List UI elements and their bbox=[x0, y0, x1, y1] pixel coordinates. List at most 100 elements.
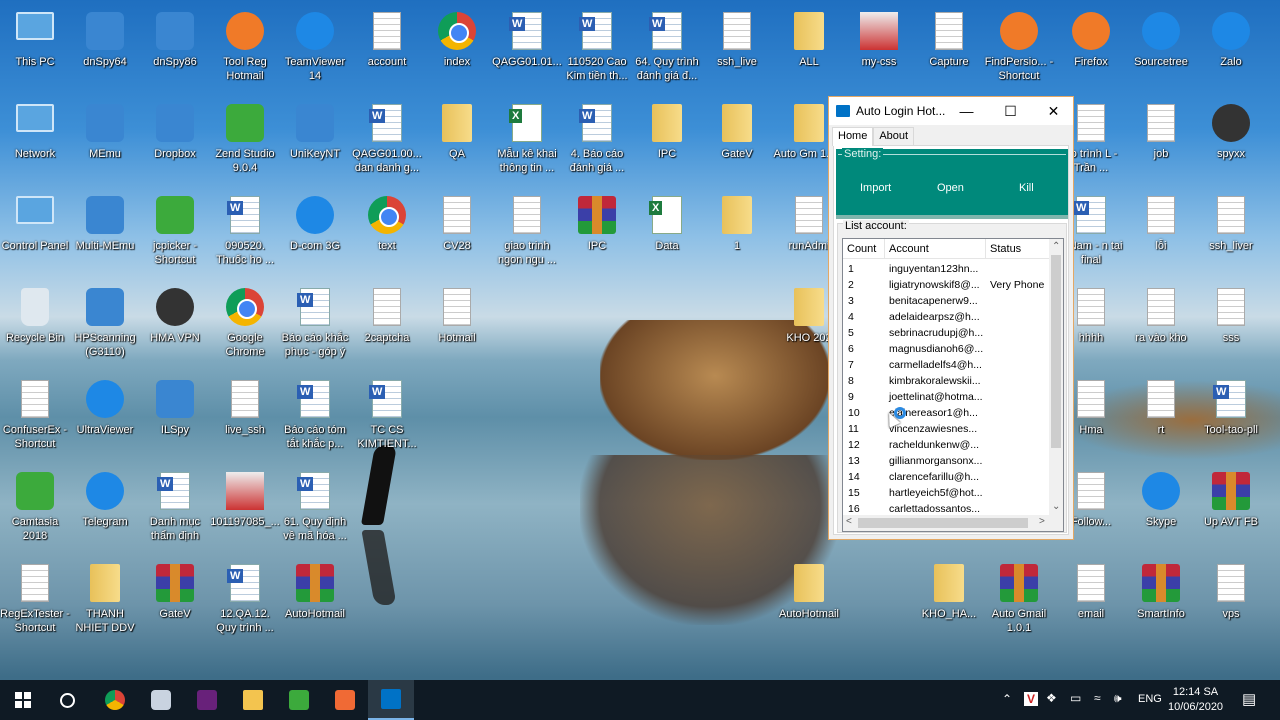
desktop-icon[interactable]: AutoHotmail bbox=[774, 554, 844, 621]
desktop-icon[interactable]: ssh_liver bbox=[1196, 186, 1266, 253]
open-button[interactable]: Open bbox=[937, 182, 964, 194]
list-item[interactable]: 5 sebrinacrudupj@h... bbox=[843, 325, 1056, 341]
desktop-icon[interactable]: GateV bbox=[140, 554, 210, 621]
list-item[interactable]: 9 joettelinat@hotma... bbox=[843, 389, 1056, 405]
taskbar-app[interactable] bbox=[138, 680, 184, 720]
list-item[interactable]: 15 hartleyeich5f@hot... bbox=[843, 485, 1056, 501]
desktop-icon[interactable]: email bbox=[1056, 554, 1126, 621]
account-list-view[interactable]: Count Account Status 1 inguyentan123hn...… bbox=[842, 238, 1064, 532]
desktop-icon[interactable]: QA bbox=[422, 94, 492, 161]
desktop-icon[interactable]: HPScanning (G3110) bbox=[70, 278, 140, 359]
desktop-icon[interactable]: 101197085_... bbox=[210, 462, 280, 529]
desktop-icon[interactable]: spyxx bbox=[1196, 94, 1266, 161]
desktop-icon[interactable]: Tool Reg Hotmail bbox=[210, 2, 280, 83]
desktop-icon[interactable]: ALL bbox=[774, 2, 844, 69]
list-item[interactable]: 4 adelaidearpsz@h... bbox=[843, 309, 1056, 325]
scroll-left-icon[interactable]: < bbox=[846, 516, 852, 527]
taskbar-orange-app[interactable] bbox=[322, 680, 368, 720]
start-button[interactable] bbox=[0, 680, 46, 720]
desktop-icon[interactable]: 2captcha bbox=[352, 278, 422, 345]
desktop-icon[interactable]: 090520. Thuốc ho ... bbox=[210, 186, 280, 267]
desktop-icon[interactable]: ssh_live bbox=[702, 2, 772, 69]
list-item[interactable]: 7 carmelladelfs4@h... bbox=[843, 357, 1056, 373]
tab-about[interactable]: About bbox=[873, 127, 915, 145]
desktop-icon[interactable]: Control Panel bbox=[0, 186, 70, 253]
desktop-icon[interactable]: Zend Studio 9.0.4 bbox=[210, 94, 280, 175]
desktop-icon[interactable]: text bbox=[352, 186, 422, 253]
desktop-icon[interactable]: ILSpy bbox=[140, 370, 210, 437]
desktop-icon[interactable]: Tool-tao-pll bbox=[1196, 370, 1266, 437]
desktop-icon[interactable]: Hotmail bbox=[422, 278, 492, 345]
scroll-down-icon[interactable]: ⌄ bbox=[1052, 501, 1060, 512]
desktop-icon[interactable]: TC CS KIMTIENT... bbox=[352, 370, 422, 451]
desktop-icon[interactable]: ra vào kho bbox=[1126, 278, 1196, 345]
taskbar-chrome[interactable] bbox=[92, 680, 138, 720]
battery-icon[interactable]: ▭ bbox=[1070, 691, 1081, 705]
scroll-right-icon[interactable]: > bbox=[1039, 516, 1045, 527]
desktop-icon[interactable]: Báo cáo khắc phục - góp ý bbox=[280, 278, 350, 359]
import-button[interactable]: Import bbox=[860, 182, 891, 194]
desktop-icon[interactable]: Telegram bbox=[70, 462, 140, 529]
desktop-icon[interactable]: my-css bbox=[844, 2, 914, 69]
desktop-icon[interactable]: CV28 bbox=[422, 186, 492, 253]
wifi-icon[interactable]: ≈ bbox=[1094, 691, 1101, 705]
vertical-scroll-thumb[interactable] bbox=[1051, 255, 1061, 448]
desktop-icon[interactable]: Network bbox=[0, 94, 70, 161]
desktop-icon[interactable]: Danh mục thẩm định bbox=[140, 462, 210, 543]
desktop-icon[interactable]: 64. Quy trình đánh giá đ... bbox=[632, 2, 702, 83]
desktop-icon[interactable]: MEmu bbox=[70, 94, 140, 161]
list-item[interactable]: 2 ligiatrynowskif8@... Very Phone bbox=[843, 277, 1056, 293]
desktop-icon[interactable]: Firefox bbox=[1056, 2, 1126, 69]
desktop-icon[interactable]: FindPersio... - Shortcut bbox=[984, 2, 1054, 83]
list-item[interactable]: 14 clarencefarillu@h... bbox=[843, 469, 1056, 485]
desktop-icon[interactable]: RegExTester - Shortcut bbox=[0, 554, 70, 635]
desktop-icon[interactable]: This PC bbox=[0, 2, 70, 69]
desktop-icon[interactable]: HMA VPN bbox=[140, 278, 210, 345]
desktop-icon[interactable]: AutoHotmail bbox=[280, 554, 350, 621]
desktop-icon[interactable]: dnSpy64 bbox=[70, 2, 140, 69]
desktop-icon[interactable]: Sourcetree bbox=[1126, 2, 1196, 69]
desktop-icon[interactable]: KHO_HA... bbox=[914, 554, 984, 621]
desktop-icon[interactable]: Camtasia 2018 bbox=[0, 462, 70, 543]
desktop-icon[interactable]: Báo cáo tóm tắt khắc p... bbox=[280, 370, 350, 451]
desktop-icon[interactable]: 61. Quy định về mã hóa ... bbox=[280, 462, 350, 543]
taskbar-camtasia[interactable] bbox=[276, 680, 322, 720]
desktop-icon[interactable]: QAGG01.01... bbox=[492, 2, 562, 69]
desktop-icon[interactable]: TeamViewer 14 bbox=[280, 2, 350, 83]
list-item[interactable]: 6 magnusdianoh6@... bbox=[843, 341, 1056, 357]
desktop-icon[interactable]: sss bbox=[1196, 278, 1266, 345]
tab-home[interactable]: Home bbox=[832, 127, 874, 146]
title-bar[interactable]: Auto Login Hot... — ☐ ✕ bbox=[829, 97, 1073, 125]
desktop-icon[interactable]: jcpicker - Shortcut bbox=[140, 186, 210, 267]
desktop-icon[interactable]: lỗi bbox=[1126, 186, 1196, 253]
column-count[interactable]: Count bbox=[843, 239, 885, 259]
close-button[interactable]: ✕ bbox=[1032, 97, 1075, 125]
desktop-icon[interactable]: Up AVT FB bbox=[1196, 462, 1266, 529]
desktop-icon[interactable]: THANH NHIET DDV bbox=[70, 554, 140, 635]
taskbar-outlook[interactable] bbox=[368, 680, 414, 720]
desktop-icon[interactable]: job bbox=[1126, 94, 1196, 161]
desktop-icon[interactable]: 12.QA.12. Quy trình ... bbox=[210, 554, 280, 635]
list-item[interactable]: 13 gillianmorgansonx... bbox=[843, 453, 1056, 469]
list-item[interactable]: 10 elainereasor1@h... bbox=[843, 405, 1056, 421]
desktop-icon[interactable]: vps bbox=[1196, 554, 1266, 621]
search-button[interactable] bbox=[44, 680, 90, 720]
column-account[interactable]: Account bbox=[885, 239, 986, 259]
desktop-icon[interactable]: Dropbox bbox=[140, 94, 210, 161]
notifications-icon[interactable]: ▤ bbox=[1242, 690, 1256, 708]
desktop-icon[interactable]: D-com 3G bbox=[280, 186, 350, 253]
language-indicator[interactable]: ENG bbox=[1138, 693, 1162, 705]
desktop-icon[interactable]: Multi-MEmu bbox=[70, 186, 140, 253]
desktop-icon[interactable]: IPC bbox=[632, 94, 702, 161]
desktop-icon[interactable]: dnSpy86 bbox=[140, 2, 210, 69]
list-item[interactable]: 1 inguyentan123hn... bbox=[843, 261, 1056, 277]
desktop-icon[interactable]: UniKeyNT bbox=[280, 94, 350, 161]
list-item[interactable]: 12 racheldunkenw@... bbox=[843, 437, 1056, 453]
list-item[interactable]: 8 kimbrakoralewskii... bbox=[843, 373, 1056, 389]
column-status[interactable]: Status bbox=[986, 239, 1050, 259]
desktop-icon[interactable]: UltraViewer bbox=[70, 370, 140, 437]
desktop-icon[interactable]: ConfuserEx - Shortcut bbox=[0, 370, 70, 451]
desktop-icon[interactable]: index bbox=[422, 2, 492, 69]
show-hidden-icons-chevron-icon[interactable]: ⌃ bbox=[1002, 692, 1012, 706]
clock[interactable]: 12:14 SA 10/06/2020 bbox=[1168, 685, 1223, 715]
